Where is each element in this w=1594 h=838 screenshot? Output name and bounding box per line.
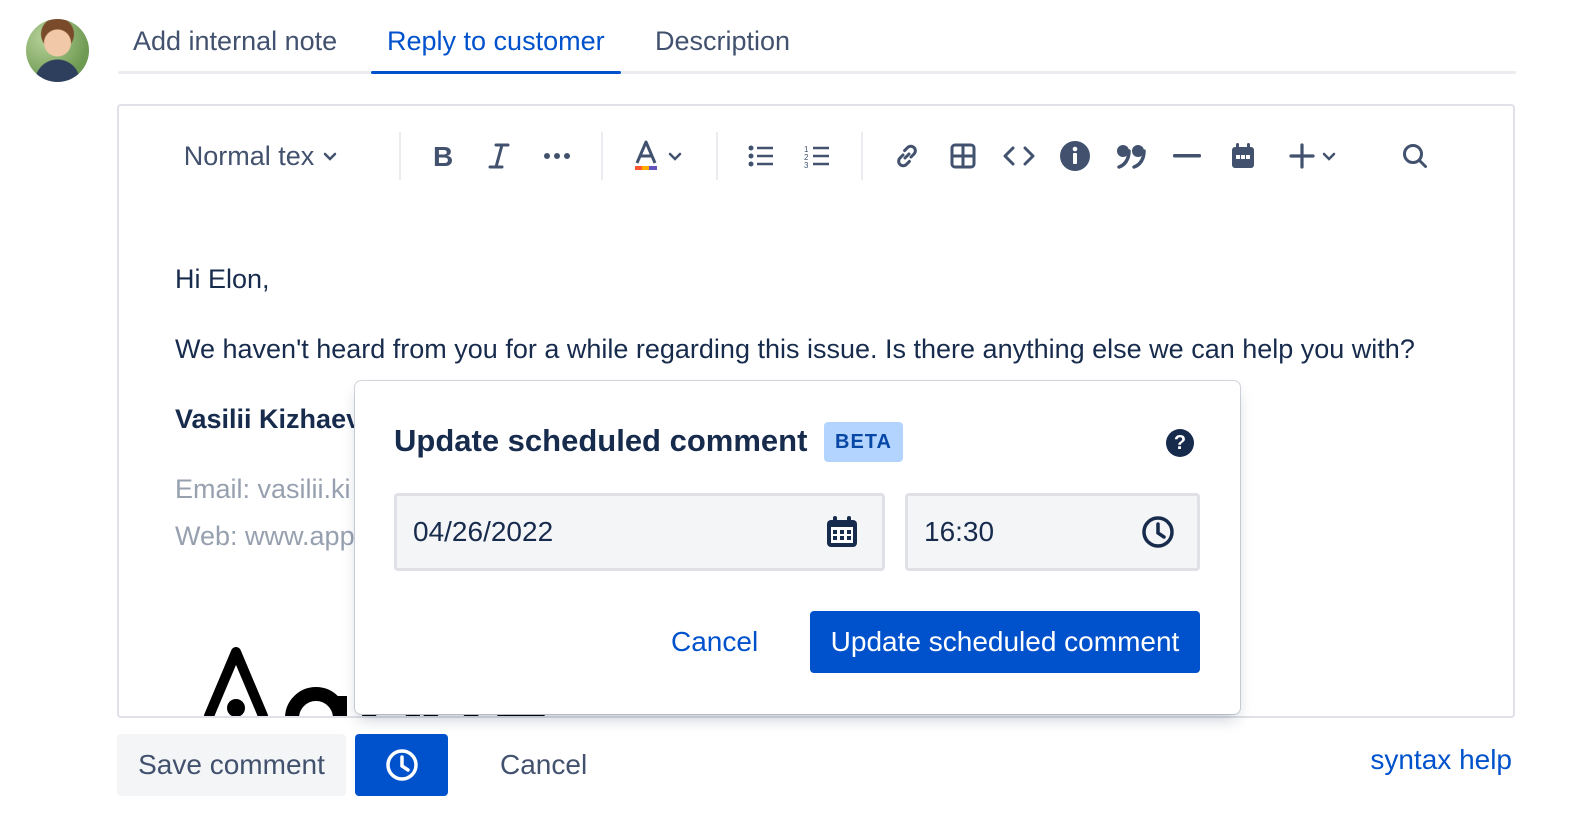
calendar-icon[interactable] <box>824 514 860 550</box>
quote-icon[interactable] <box>1109 124 1153 188</box>
info-panel-icon[interactable] <box>1053 124 1097 188</box>
text-style-label: Normal tex <box>183 140 315 171</box>
clock-icon[interactable] <box>1141 515 1175 549</box>
scheduled-comment-dialog: Update scheduled comment BETA ? 04/26/20… <box>355 381 1240 714</box>
time-field[interactable]: 16:30 <box>905 493 1200 571</box>
help-icon[interactable]: ? <box>1166 429 1194 457</box>
date-field[interactable]: 04/26/2022 <box>394 493 885 571</box>
comment-tabs: Add internal note Reply to customer Desc… <box>118 16 1516 74</box>
link-icon[interactable] <box>885 124 929 188</box>
date-value: 04/26/2022 <box>413 516 554 547</box>
text-color-icon[interactable] <box>623 124 693 188</box>
chevron-down-icon <box>1322 152 1336 161</box>
search-icon[interactable] <box>1393 124 1437 188</box>
editor-toolbar: Normal tex B 123 <box>119 124 1513 188</box>
bullet-list-icon[interactable] <box>739 124 783 188</box>
greeting-text: Hi Elon, <box>175 264 270 294</box>
beta-badge: BETA <box>824 422 903 462</box>
table-icon[interactable] <box>941 124 985 188</box>
tab-add-internal-note[interactable]: Add internal note <box>133 24 337 74</box>
syntax-help-link[interactable]: syntax help <box>1370 744 1512 776</box>
italic-icon[interactable] <box>477 124 521 188</box>
dialog-cancel-button[interactable]: Cancel <box>655 611 774 673</box>
save-comment-button[interactable]: Save comment <box>117 734 346 796</box>
chevron-down-icon <box>324 152 337 161</box>
text-style-dropdown[interactable]: Normal tex <box>177 124 347 188</box>
tab-reply-to-customer[interactable]: Reply to customer <box>371 24 621 74</box>
toolbar-divider <box>399 132 401 180</box>
dialog-title: Update scheduled comment <box>394 423 808 458</box>
divider-icon[interactable] <box>1165 124 1209 188</box>
cancel-button[interactable]: Cancel <box>482 734 605 796</box>
time-value: 16:30 <box>924 516 995 547</box>
numbered-list-icon[interactable]: 123 <box>795 124 839 188</box>
update-scheduled-comment-button[interactable]: Update scheduled comment <box>810 611 1200 673</box>
insert-icon[interactable] <box>1279 124 1349 188</box>
clock-icon <box>385 749 418 781</box>
svg-text:B: B <box>433 142 453 170</box>
more-formatting-icon[interactable] <box>533 124 581 188</box>
svg-text:3: 3 <box>804 161 809 169</box>
code-icon[interactable] <box>997 124 1041 188</box>
body-text: We haven't heard from you for a while re… <box>175 334 1415 364</box>
toolbar-divider <box>601 132 603 180</box>
user-avatar <box>26 19 89 82</box>
toolbar-divider <box>716 132 718 180</box>
date-icon[interactable] <box>1221 124 1265 188</box>
bold-icon[interactable]: B <box>421 124 465 188</box>
toolbar-divider <box>861 132 863 180</box>
schedule-button[interactable] <box>355 734 448 796</box>
chevron-down-icon <box>668 152 682 161</box>
tab-description[interactable]: Description <box>655 24 790 74</box>
